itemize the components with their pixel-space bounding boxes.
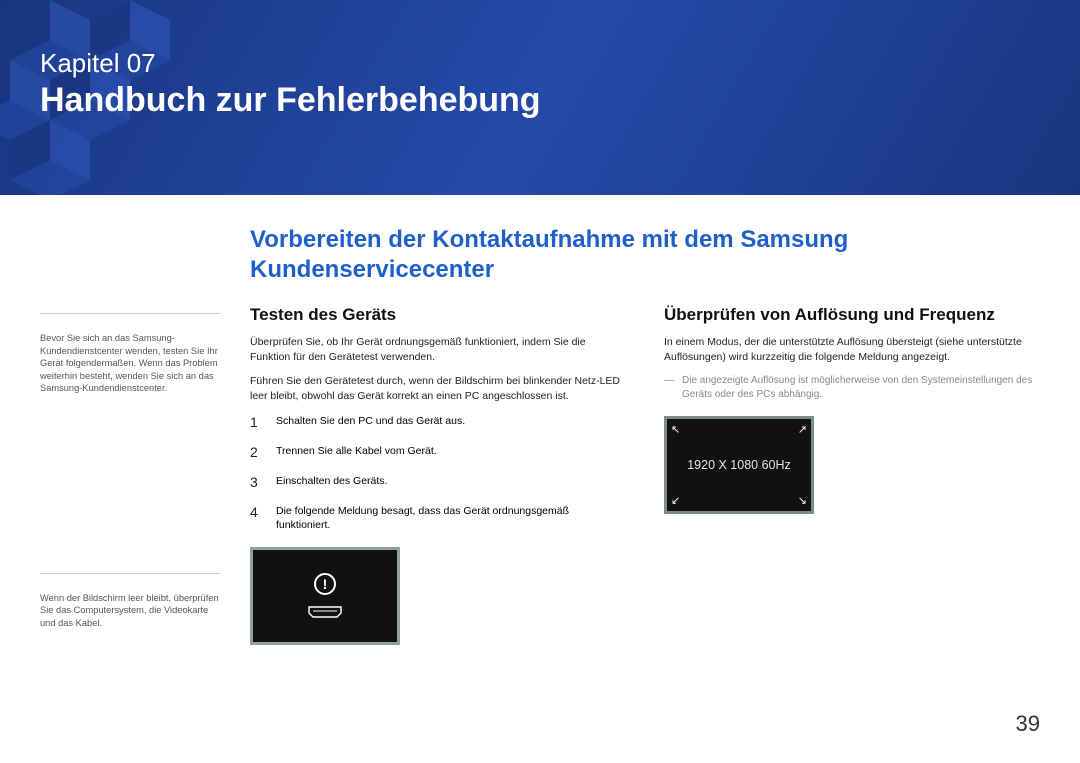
step-number: 3 xyxy=(250,474,264,490)
arrow-top-left-icon: ↖ xyxy=(671,423,680,436)
step-number: 2 xyxy=(250,444,264,460)
arrow-bottom-left-icon: ↙ xyxy=(671,494,680,507)
arrow-bottom-right-icon: ↘ xyxy=(798,494,807,507)
arrow-top-right-icon: ↗ xyxy=(798,423,807,436)
chapter-title: Handbuch zur Fehlerbehebung xyxy=(40,81,1040,120)
column-test-device: Testen des Geräts Überprüfen Sie, ob Ihr… xyxy=(250,305,626,645)
step-4: 4 Die folgende Meldung besagt, dass das … xyxy=(250,504,626,533)
exclamation-icon: ! xyxy=(314,573,336,595)
resolution-display: ↖ ↗ ↙ ↘ 1920 X 1080 60Hz xyxy=(664,416,814,514)
heading-test-device: Testen des Geräts xyxy=(250,305,626,325)
sidebar-notes: Bevor Sie sich an das Samsung-Kundendien… xyxy=(40,225,220,645)
para-resolution: In einem Modus, der die unterstützte Auf… xyxy=(664,335,1040,364)
sidebar-note-2: Wenn der Bildschirm leer bleibt, überprü… xyxy=(40,592,220,630)
step-list: 1 Schalten Sie den PC und das Gerät aus.… xyxy=(250,414,626,533)
para-test-2: Führen Sie den Gerätetest durch, wenn de… xyxy=(250,374,626,403)
page-content: Bevor Sie sich an das Samsung-Kundendien… xyxy=(0,195,1080,645)
chapter-label: Kapitel 07 xyxy=(40,48,1040,79)
step-2: 2 Trennen Sie alle Kabel vom Gerät. xyxy=(250,444,626,460)
main-column: Vorbereiten der Kontaktaufnahme mit dem … xyxy=(250,225,1040,645)
section-title: Vorbereiten der Kontaktaufnahme mit dem … xyxy=(250,225,1040,285)
step-3: 3 Einschalten des Geräts. xyxy=(250,474,626,490)
footnote-resolution: ― Die angezeigte Auflösung ist möglicher… xyxy=(664,374,1040,402)
page-number: 39 xyxy=(1016,711,1040,737)
step-number: 4 xyxy=(250,504,264,520)
step-number: 1 xyxy=(250,414,264,430)
para-test-1: Überprüfen Sie, ob Ihr Gerät ordnungsgem… xyxy=(250,335,626,364)
self-test-display: ! xyxy=(250,547,400,645)
resolution-text: 1920 X 1080 60Hz xyxy=(687,458,791,472)
column-resolution: Überprüfen von Auflösung und Frequenz In… xyxy=(664,305,1040,645)
dash-icon: ― xyxy=(664,374,676,402)
chapter-banner: Kapitel 07 Handbuch zur Fehlerbehebung xyxy=(0,0,1080,195)
heading-resolution: Überprüfen von Auflösung und Frequenz xyxy=(664,305,1040,325)
sidebar-note-1: Bevor Sie sich an das Samsung-Kundendien… xyxy=(40,332,220,395)
step-1: 1 Schalten Sie den PC und das Gerät aus. xyxy=(250,414,626,430)
hdmi-port-icon xyxy=(307,605,343,619)
